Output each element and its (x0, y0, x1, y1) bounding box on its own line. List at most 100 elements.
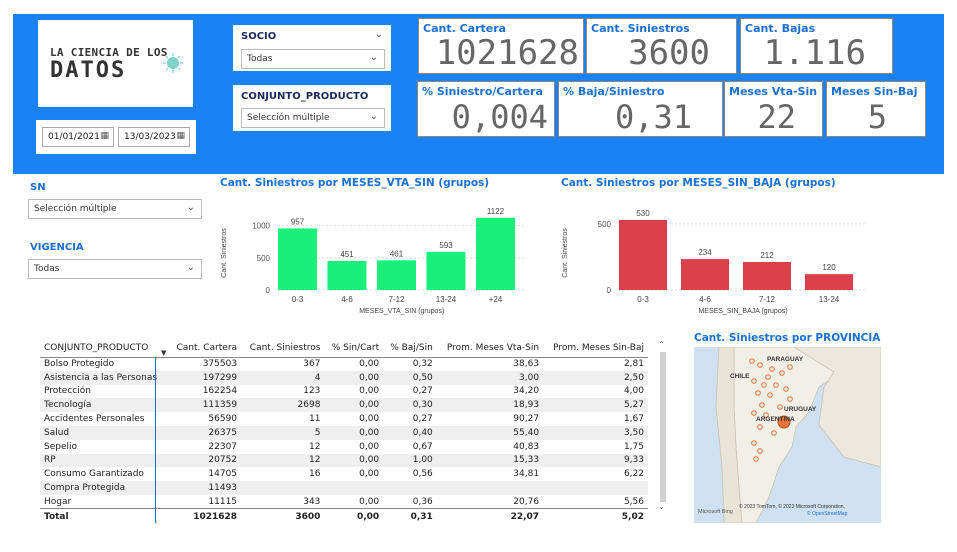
start-date-value: 01/01/2021 (48, 132, 100, 142)
table-cell: Accidentes Personales (44, 414, 145, 425)
chevron-down-icon: ⌄ (186, 202, 195, 213)
y-tick-label: 0 (266, 286, 271, 295)
table-cell: 18,93 (436, 398, 544, 413)
table-total-cell: 1021628 (168, 508, 242, 525)
data-label: 530 (636, 209, 650, 218)
table-cell: 0,00 (324, 453, 384, 468)
table-row[interactable]: Protección 162254 123 0,00 0,27 34,20 4,00 (40, 385, 648, 399)
scroll-thumb[interactable] (660, 352, 666, 502)
kpi-label: Meses Sin-Baj (831, 85, 918, 98)
table-cell: 3,00 (436, 370, 544, 385)
table-cell: Protección (44, 386, 91, 397)
column-divider (155, 357, 156, 523)
table-row[interactable]: Hogar 11115 343 0,00 0,36 20,76 5,56 (40, 495, 648, 509)
kpi-label: % Baja/Siniestro (563, 85, 665, 98)
calendar-icon[interactable]: ▦ (100, 131, 109, 141)
table-cell: 1,00 (383, 453, 437, 468)
map-attribution-link[interactable]: © OpenStreetMap (807, 510, 848, 517)
table-total-cell: 5,02 (543, 508, 648, 525)
table-cell: 4 (241, 370, 325, 385)
table-cell: 0,00 (359, 414, 380, 425)
calendar-icon[interactable]: ▦ (176, 131, 185, 141)
column-header[interactable]: % Baj/Sin (383, 333, 437, 358)
chevron-down-icon[interactable]: ⌄ (375, 29, 383, 40)
table-cell: 34,81 (513, 469, 540, 480)
column-header[interactable]: CONJUNTO_PRODUCTO (40, 333, 169, 358)
sort-arrow-icon[interactable]: ▼ (161, 349, 166, 357)
bar (377, 260, 416, 290)
table-cell: 11 (308, 414, 321, 425)
kpi-label: Meses Vta-Sin (729, 85, 818, 98)
table-cell: 0,00 (359, 469, 380, 480)
table-cell: 0,30 (383, 398, 437, 413)
table-cell: 0,67 (412, 441, 433, 452)
kpi-pct-baja-siniestro: % Baja/Siniestro 0,31 (558, 81, 723, 137)
table-row[interactable]: Tecnología 111359 2698 0,00 0,30 18,93 5,27 (40, 398, 648, 413)
kpi-pct-siniestro-cartera: % Siniestro/Cartera 0,004 (417, 81, 555, 137)
table-cell: Consumo Garantizado (44, 469, 144, 480)
table-row[interactable]: Asistencia a las Personas 197299 4 0,00 0,50… (40, 370, 648, 385)
table-cell: 34,20 (513, 386, 540, 397)
sn-dropdown[interactable]: Selección múltiple ⌄ (28, 199, 202, 219)
table-cell (383, 481, 437, 495)
chart-vta-sin: Cant. Siniestros 0 500 1000 957 0-3 451 4-6 461 7… (221, 207, 526, 315)
table-row[interactable]: RP 20752 12 0,00 1,00 15,33 9,33 (40, 453, 648, 468)
chart-vta-sin-title: Cant. Siniestros por MESES_VTA_SIN (grup… (220, 177, 490, 189)
kpi-value: 1.116 (763, 33, 866, 73)
table-row[interactable]: Sepelio 22307 12 0,00 0,67 40,83 1,75 (40, 440, 648, 454)
kpi-cant-siniestros: Cant. Siniestros 3600 (586, 18, 737, 74)
column-header[interactable]: % Sin/Cart (324, 333, 384, 358)
bar (278, 228, 317, 290)
column-header[interactable]: Prom. Meses Sin-Baj (543, 333, 648, 358)
column-header[interactable]: Prom. Meses Vta-Sin (436, 333, 544, 358)
table-cell: 197299 (168, 370, 242, 385)
table-cell: 5,27 (543, 398, 648, 413)
end-date-value: 13/03/2023 (124, 132, 176, 142)
province-map[interactable]: PARAGUAY CHILE URUGUAY ARGENTINA © 2023 … (694, 347, 881, 523)
table-cell: 0,00 (359, 359, 380, 370)
socio-dropdown-value: Todas (247, 54, 273, 64)
kpi-value: 1021628 (435, 33, 579, 73)
table-cell: 0,00 (324, 370, 384, 385)
header-banner: LA CIENCIA DE LOS DATOS 01/01/2021 ▦ 13/… (13, 14, 944, 174)
scroll-down-icon[interactable]: ⌄ (658, 502, 665, 511)
column-header[interactable]: Cant. Cartera (168, 333, 242, 358)
start-date-input[interactable]: 01/01/2021 ▦ (42, 127, 114, 147)
conjunto-producto-dropdown[interactable]: Selección múltiple ⌄ (241, 108, 385, 128)
y-tick-label: 500 (598, 220, 612, 229)
x-tick-label: 0-3 (292, 295, 304, 304)
kpi-value: 0,004 (451, 98, 548, 136)
y-axis-label: Cant. Siniestros (221, 228, 228, 278)
table-row[interactable]: Bolso Protegido 375503 367 0,00 0,32 38,63 2,8… (40, 357, 648, 371)
end-date-input[interactable]: 13/03/2023 ▦ (118, 127, 190, 147)
table-cell (543, 481, 648, 495)
table-cell: 38,63 (513, 359, 540, 370)
table-scrollbar[interactable]: ⌃ ⌄ (658, 340, 668, 516)
table-row[interactable]: Consumo Garantizado 14705 16 0,00 0,56 34,81 6… (40, 467, 648, 481)
table-cell: 0,27 (412, 414, 433, 425)
table-cell: 367 (303, 359, 321, 370)
socio-slicer-title: SOCIO (241, 31, 277, 42)
table-cell: 20,76 (513, 496, 540, 507)
scroll-up-icon[interactable]: ⌃ (658, 340, 665, 349)
column-header[interactable]: Cant. Siniestros (241, 333, 325, 358)
bar (327, 260, 367, 290)
table-row[interactable]: Compra Protegida 11493 (40, 481, 648, 495)
table-header-row: CONJUNTO_PRODUCTO Cant. Cartera Cant. Si… (40, 333, 648, 358)
socio-dropdown[interactable]: Todas ⌄ (241, 49, 385, 69)
table-row[interactable]: Accidentes Personales 56590 11 0,00 0,27 90,2… (40, 412, 648, 426)
conjunto-producto-dropdown-value: Selección múltiple (247, 113, 330, 123)
sn-dropdown-value: Selección múltiple (34, 204, 117, 214)
table-cell: 6,22 (623, 469, 644, 480)
sn-slicer-title: SN (30, 182, 46, 193)
data-label: 1122 (487, 207, 505, 216)
table-row[interactable]: Salud 26375 5 0,00 0,40 55,40 3,50 (40, 425, 648, 440)
vigencia-dropdown[interactable]: Todas ⌄ (28, 259, 202, 279)
table-cell: 26375 (168, 425, 242, 440)
chart-sin-baja-title: Cant. Siniestros por MESES_SIN_BAJA (gru… (561, 177, 836, 189)
table-cell: 2,50 (543, 370, 648, 385)
table-total-cell: 22,07 (436, 508, 544, 525)
bar (743, 261, 791, 290)
kpi-value: 5 (867, 98, 887, 136)
table-cell: 0,32 (412, 359, 433, 370)
